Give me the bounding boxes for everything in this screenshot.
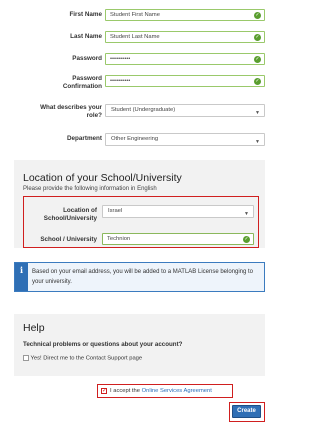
create-button[interactable]: Create: [232, 405, 261, 418]
valid-check-icon: ✓: [243, 236, 250, 243]
password-confirmation-label-line2: Confirmation: [62, 83, 102, 90]
password-confirmation-value: ••••••••••: [110, 78, 131, 84]
password-label: Password: [72, 55, 102, 62]
school-section-title: Location of your School/University: [23, 172, 182, 184]
online-services-agreement-link[interactable]: Online Services Agreement: [142, 388, 212, 394]
chevron-down-icon: ▼: [255, 110, 260, 116]
agreement-prefix: I accept the: [110, 388, 142, 394]
department-select[interactable]: Other Engineering ▼: [105, 133, 265, 146]
department-label: Department: [67, 135, 102, 142]
valid-check-icon: ✓: [254, 12, 261, 19]
password-confirmation-label-line1: Password: [72, 75, 102, 82]
agreement-text: I accept the Online Services Agreement: [110, 388, 212, 394]
agreement-checkbox[interactable]: ✓: [101, 388, 107, 394]
contact-support-checkbox[interactable]: [23, 355, 29, 361]
agreement-box: ✓ I accept the Online Services Agreement: [97, 384, 233, 398]
department-select-value: Other Engineering: [111, 136, 159, 142]
password-confirmation-label: Password Confirmation: [14, 75, 102, 91]
password-value: ••••••••••: [110, 56, 131, 62]
info-icon: i: [15, 263, 28, 291]
role-label-line1: What describes your: [40, 104, 102, 111]
license-info-banner: i Based on your email address, you will …: [14, 262, 265, 292]
last-name-field[interactable]: Student Last Name ✓: [105, 31, 265, 43]
school-name-label: School / University: [40, 236, 97, 243]
valid-check-icon: ✓: [254, 34, 261, 41]
help-question: Technical problems or questions about yo…: [23, 341, 183, 348]
first-name-value: Student First Name: [110, 12, 160, 18]
school-location-label: Location of School/University: [26, 207, 97, 223]
school-section-subtitle: Please provide the following information…: [23, 186, 157, 192]
role-select[interactable]: Student (Undergraduate) ▼: [105, 104, 265, 117]
first-name-label: First Name: [69, 11, 102, 18]
help-title: Help: [23, 322, 45, 334]
school-location-label-line1: Location of: [63, 207, 97, 214]
role-label: What describes your role?: [14, 104, 102, 120]
first-name-field[interactable]: Student First Name ✓: [105, 9, 265, 21]
valid-check-icon: ✓: [254, 78, 261, 85]
checkmark-icon: ✓: [102, 388, 108, 394]
last-name-label: Last Name: [70, 33, 102, 40]
contact-support-label: Yes! Direct me to the Contact Support pa…: [30, 355, 143, 362]
school-location-select[interactable]: Israel ▼: [102, 205, 254, 218]
contact-support-option[interactable]: Yes! Direct me to the Contact Support pa…: [23, 355, 142, 362]
chevron-down-icon: ▼: [255, 139, 260, 145]
license-info-text: Based on your email address, you will be…: [32, 269, 254, 285]
school-location-value: Israel: [108, 208, 123, 214]
last-name-value: Student Last Name: [110, 34, 160, 40]
chevron-down-icon: ▼: [244, 211, 249, 217]
valid-check-icon: ✓: [254, 56, 261, 63]
school-name-field[interactable]: Technion ✓: [102, 233, 254, 245]
create-button-highlight: Create: [229, 402, 265, 422]
school-name-value: Technion: [107, 236, 131, 242]
password-confirmation-field[interactable]: •••••••••• ✓: [105, 75, 265, 87]
password-field[interactable]: •••••••••• ✓: [105, 53, 265, 65]
role-select-value: Student (Undergraduate): [111, 107, 176, 113]
school-location-label-line2: School/University: [43, 215, 97, 222]
role-label-line2: role?: [86, 112, 102, 119]
